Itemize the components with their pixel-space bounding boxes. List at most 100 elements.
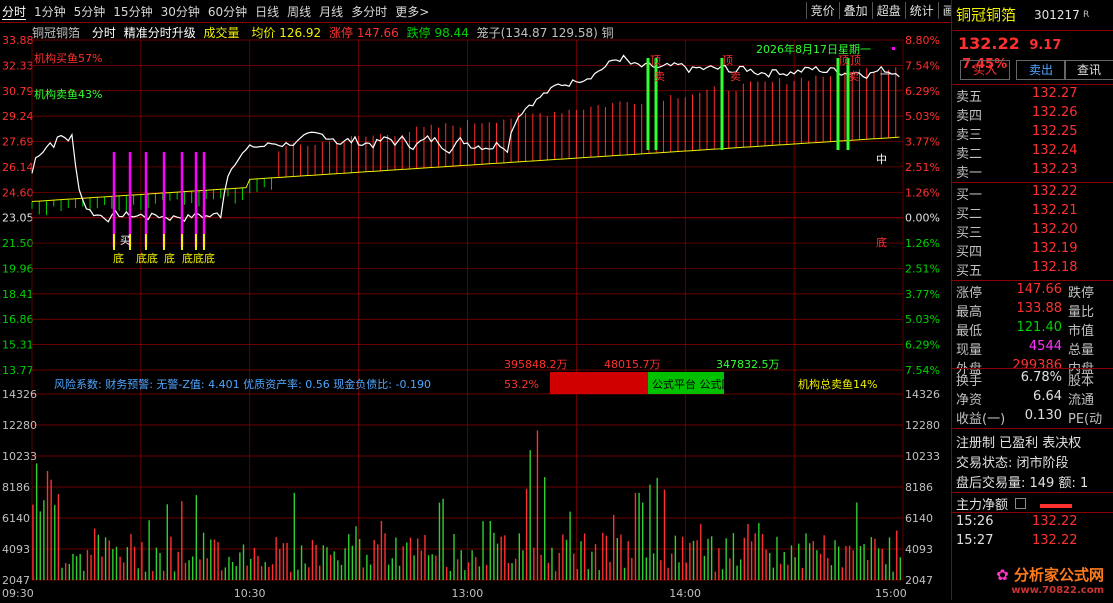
ask-row[interactable]: 卖三 132.25: [956, 124, 1110, 143]
stat-row: 换手 6.78% 股本: [956, 370, 1110, 389]
stat-label: 现量: [956, 343, 983, 358]
stat-row: 涨停 147.66 跌停: [956, 282, 1110, 301]
limit-down: 跌停 98.44: [406, 26, 469, 40]
cage-price: 笼子(134.87 129.58): [476, 26, 598, 40]
avg-price: 均价 126.92: [251, 26, 322, 40]
date-label: 2026年8月17日星期一: [756, 42, 871, 56]
price-tick: 32.33: [2, 59, 34, 72]
after-hours-volume: 盘后交易量: 149 额: 1: [956, 476, 1089, 491]
period-tab[interactable]: 15分钟: [113, 5, 152, 19]
buy-button[interactable]: 买入: [960, 60, 1010, 80]
stat-label-2: PE(动: [1068, 412, 1103, 427]
stat-label-2: 量比: [1068, 305, 1095, 320]
period-tab[interactable]: 周线: [287, 5, 311, 19]
stat-row: 最低 121.40 市值: [956, 320, 1110, 339]
bid-label: 买一: [956, 188, 983, 203]
price-tick: 19.96: [2, 262, 34, 275]
vol-tick: 6140: [905, 512, 933, 525]
bottom-mark: 底: [113, 251, 124, 265]
period-tab[interactable]: 月线: [319, 5, 343, 19]
price-tick: 13.77: [2, 364, 34, 377]
query-button[interactable]: 查讯: [1064, 60, 1113, 80]
pct-tick: 0.00%: [905, 212, 940, 225]
period-tab[interactable]: 1分钟: [34, 5, 66, 19]
toolbar-button[interactable]: 超盘: [871, 2, 905, 19]
pct-tick: 1.26%: [905, 237, 940, 250]
ask-label: 卖一: [956, 166, 983, 181]
pct-tick: 1.26%: [905, 186, 940, 199]
vol-tick: 10233: [2, 450, 37, 463]
period-tabs: 分时 1分钟 5分钟 15分钟 30分钟 60分钟 日线 周线 月线 多分时 更多>: [2, 3, 437, 20]
tick-time: 15:27: [956, 533, 994, 548]
vol-tick: 8186: [2, 481, 30, 494]
stat-row: 现量 4544 总量: [956, 339, 1110, 358]
ask-row[interactable]: 卖二 132.24: [956, 143, 1110, 162]
bid-row[interactable]: 买一 132.22: [956, 184, 1110, 203]
ask-price: 132.24: [1032, 143, 1078, 158]
top-mark: 顶: [722, 54, 733, 67]
pct-tick: 8.80%: [905, 34, 940, 47]
indicator-name[interactable]: 精准分时升级: [124, 26, 196, 40]
main-net-text: 主力净额: [956, 498, 1009, 513]
vol-tick: 14326: [2, 388, 37, 401]
tick-price: 132.22: [1032, 514, 1078, 529]
stat-label: 换手: [956, 374, 983, 389]
bid-row[interactable]: 买二 132.21: [956, 203, 1110, 222]
bottom-mark: 底底: [136, 251, 158, 265]
buy-mark: 买: [120, 235, 130, 247]
stat-row: 最高 133.88 量比: [956, 301, 1110, 320]
ask-label: 卖四: [956, 109, 983, 124]
buy-strength-bar: [550, 372, 648, 394]
intraday-chart[interactable]: 33.88 8.80% 32.33 7.54% 30.79 6.29% 29.24 5.03%…: [0, 22, 951, 600]
top-mark: 顶: [650, 54, 661, 67]
bottom-mark: 底: [164, 251, 175, 265]
r-badge: R: [1083, 10, 1090, 20]
stock-name: 铜冠铜箔: [32, 26, 81, 40]
bid-row[interactable]: 买四 132.19: [956, 241, 1110, 260]
vol-tick: 2047: [2, 574, 30, 587]
pct-tick: 7.54%: [905, 364, 940, 377]
period-tab[interactable]: 日线: [255, 5, 279, 19]
period-tab[interactable]: 更多>: [395, 5, 429, 19]
vol-tick: 10233: [905, 450, 940, 463]
stat-value: 6.64: [1033, 389, 1062, 404]
period-tab[interactable]: 30分钟: [161, 5, 200, 19]
ask-row[interactable]: 卖一 132.23: [956, 162, 1110, 181]
toolbar-button[interactable]: 统计: [904, 2, 938, 19]
toolbar-button[interactable]: 叠加: [838, 2, 872, 19]
price-tick: 15.31: [2, 339, 34, 352]
period-tab[interactable]: 60分钟: [208, 5, 247, 19]
time-tick: 14:00: [669, 587, 701, 600]
pct-tick: 2.51%: [905, 262, 940, 275]
ask-row[interactable]: 卖五 132.27: [956, 86, 1110, 105]
ask-row[interactable]: 卖四 132.26: [956, 105, 1110, 124]
period-tab[interactable]: 多分时: [351, 5, 387, 19]
period-tab[interactable]: 分时: [2, 5, 27, 20]
sell-mark: 卖: [848, 70, 859, 83]
main-net-label[interactable]: 主力净额: [956, 494, 1073, 513]
brand-logo: ✿ 分析家公式网 www.70822.com: [996, 564, 1104, 596]
trade-status: 交易状态: 闭市阶段: [956, 456, 1069, 471]
tick-row: 15:26 132.22: [956, 514, 1110, 533]
vol-tick: 14326: [905, 388, 940, 401]
bid-row[interactable]: 买五 132.18: [956, 260, 1110, 279]
bid-row[interactable]: 买三 132.20: [956, 222, 1110, 241]
toolbar-button[interactable]: 竞价: [805, 2, 839, 19]
pct-tick: 6.29%: [905, 339, 940, 352]
logo-text: 分析家公式网: [1013, 566, 1104, 584]
sell-ratio-label: 机构卖鱼43%: [34, 87, 102, 101]
stat-label-2: 市值: [1068, 324, 1095, 339]
price-tick: 21.50: [2, 237, 34, 250]
bottom-mark: 底底底: [182, 251, 215, 265]
period-tab[interactable]: 5分钟: [74, 5, 106, 19]
sell-button[interactable]: 卖出: [1016, 60, 1066, 80]
sell-mark: 卖: [730, 70, 741, 83]
bid-price: 132.21: [1032, 203, 1078, 218]
bottom-mark-right: 底: [876, 235, 887, 249]
pct-tick: 3.77%: [905, 288, 940, 301]
bar-value: 48015.7万: [604, 358, 661, 371]
price-value: 132.22: [958, 34, 1020, 53]
price-line: [31, 54, 900, 223]
bar-value: 395848.2万: [504, 358, 568, 371]
bid-label: 买四: [956, 245, 983, 260]
